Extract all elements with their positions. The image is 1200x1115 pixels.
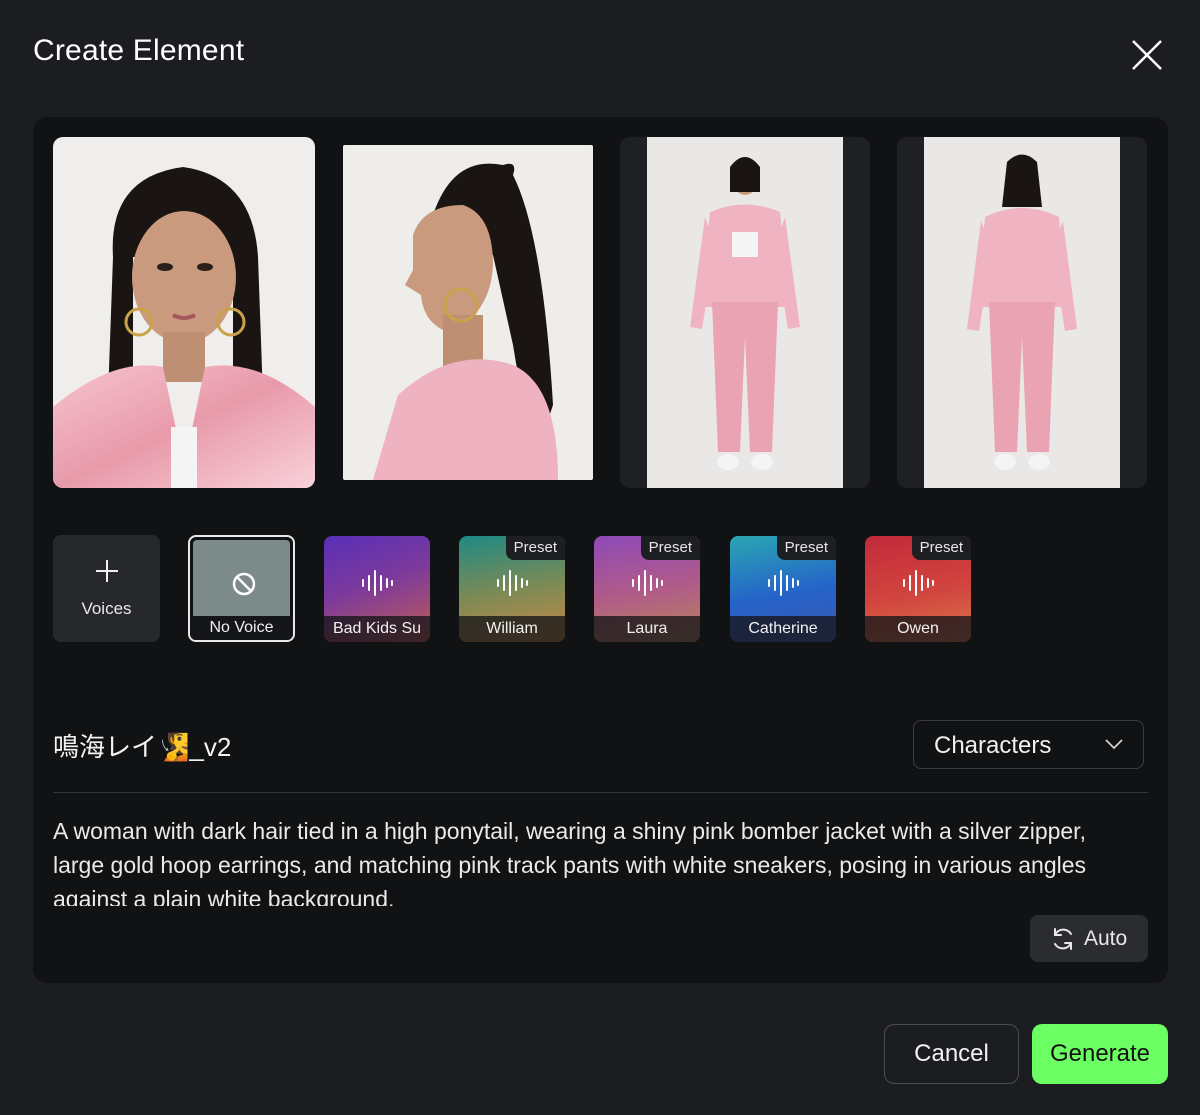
portrait-side-image (343, 145, 593, 480)
voice-tile-label: Catherine (730, 616, 836, 642)
voice-tile-label: Bad Kids Su (324, 616, 430, 642)
voice-tile-owen[interactable]: Preset Owen (865, 536, 971, 642)
no-voice-option[interactable]: No Voice (188, 535, 295, 642)
auto-button[interactable]: Auto (1030, 915, 1148, 962)
sound-wave-icon (362, 570, 393, 596)
add-voice-label: Voices (81, 599, 132, 618)
auto-label: Auto (1084, 927, 1128, 950)
sound-wave-icon (903, 570, 934, 596)
close-button[interactable] (1128, 36, 1166, 74)
chevron-down-icon (1105, 739, 1123, 750)
plus-icon (96, 560, 118, 582)
preset-badge: Preset (911, 536, 971, 560)
voice-tile-bad-kids[interactable]: Bad Kids Su (324, 536, 430, 642)
dialog-title: Create Element (33, 34, 245, 67)
voice-tile-laura[interactable]: Preset Laura (594, 536, 700, 642)
voice-tile-label: William (459, 616, 565, 642)
voice-tile-william[interactable]: Preset William (459, 536, 565, 642)
preset-badge: Preset (776, 536, 836, 560)
preset-badge: Preset (640, 536, 700, 560)
preset-badge: Preset (505, 536, 565, 560)
generate-button[interactable]: Generate (1032, 1024, 1168, 1084)
cancel-button[interactable]: Cancel (884, 1024, 1019, 1084)
full-body-front-image (620, 137, 870, 488)
image-front-closeup[interactable] (53, 137, 315, 488)
portrait-front-image (53, 137, 315, 488)
voice-tile-catherine[interactable]: Preset Catherine (730, 536, 836, 642)
category-select[interactable]: Characters (913, 720, 1144, 769)
image-full-body-front[interactable] (620, 137, 870, 488)
no-voice-label: No Voice (190, 616, 293, 640)
image-full-body-back[interactable] (897, 137, 1147, 488)
sound-wave-icon (497, 570, 528, 596)
full-body-back-image (897, 137, 1147, 488)
image-side-profile[interactable] (343, 145, 593, 480)
category-value: Characters (934, 732, 1052, 759)
voice-tile-label: Laura (594, 616, 700, 642)
close-icon (1132, 40, 1162, 70)
sound-wave-icon (632, 570, 663, 596)
sound-wave-icon (768, 570, 799, 596)
refresh-icon (1054, 928, 1072, 950)
prohibited-icon (232, 572, 256, 596)
divider (53, 792, 1148, 793)
description-textarea[interactable]: A woman with dark hair tied in a high po… (53, 814, 1143, 906)
voice-tile-label: Owen (865, 616, 971, 642)
add-voice-button[interactable]: Voices (53, 535, 160, 642)
element-panel: Voices No Voice Bad Kids Su Preset Willi… (33, 117, 1168, 983)
element-name-input[interactable]: 鳴海レイ🧏_v2 (53, 727, 231, 764)
